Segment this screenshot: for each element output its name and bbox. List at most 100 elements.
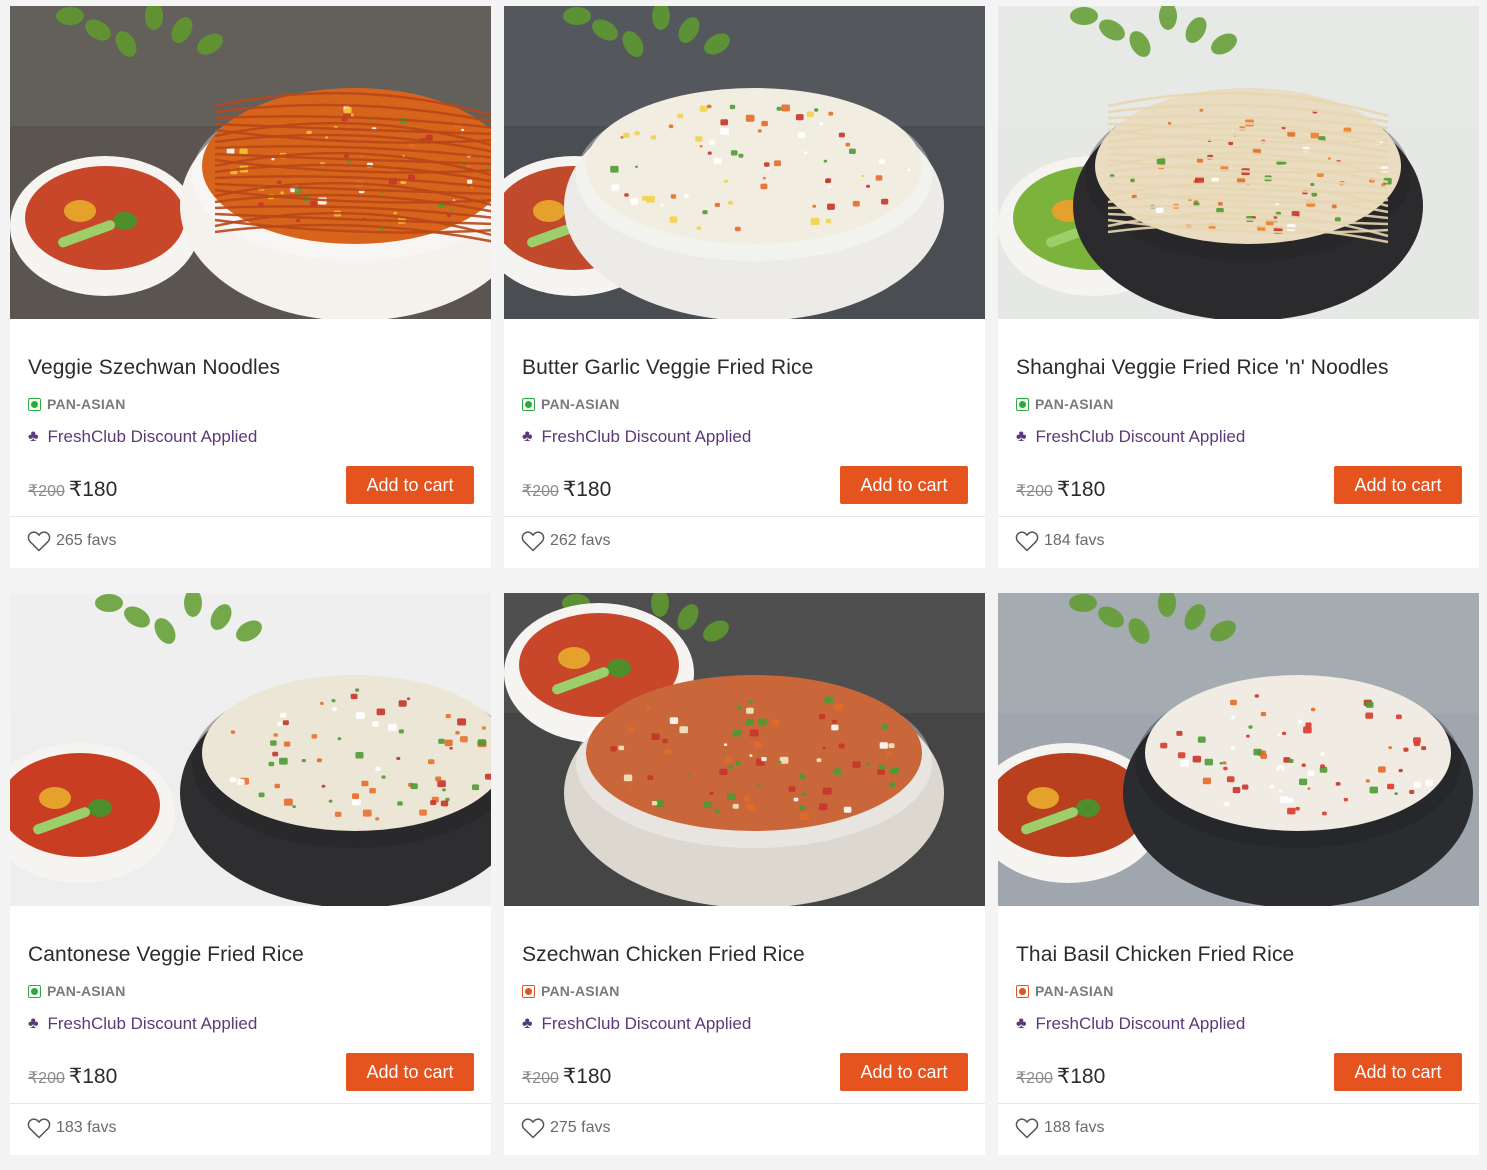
add-to-cart-button[interactable]: Add to cart: [1334, 1053, 1462, 1091]
product-info: Shanghai Veggie Fried Rice 'n' Noodles P…: [998, 319, 1479, 568]
heart-icon[interactable]: [1015, 530, 1039, 552]
product-title[interactable]: Veggie Szechwan Noodles: [28, 356, 280, 380]
discounted-price: ₹180: [562, 478, 612, 501]
cuisine-label: PAN-ASIAN: [541, 396, 620, 412]
diet-indicator-icon: [522, 397, 535, 411]
add-to-cart-button[interactable]: Add to cart: [346, 1053, 474, 1091]
veggie-szechwan-noodles-photo[interactable]: [10, 6, 491, 319]
discounted-price: ₹180: [68, 478, 118, 501]
favs-button[interactable]: 265 favs: [27, 530, 116, 552]
freshclub-discount-label: FreshClub Discount Applied: [1035, 1014, 1246, 1033]
club-icon: ♣: [522, 428, 533, 445]
shanghai-rice-noodles-photo[interactable]: [998, 6, 1479, 319]
freshclub-discount-label: FreshClub Discount Applied: [47, 1014, 258, 1033]
product-info: Butter Garlic Veggie Fried Rice PAN-ASIA…: [504, 319, 985, 568]
freshclub-discount-label: FreshClub Discount Applied: [541, 427, 752, 446]
product-card[interactable]: Szechwan Chicken Fried Rice PAN-ASIAN ♣ …: [504, 593, 985, 1155]
cuisine-tag: PAN-ASIAN: [28, 396, 126, 412]
original-price: ₹200: [1016, 1070, 1053, 1087]
add-to-cart-button[interactable]: Add to cart: [840, 1053, 968, 1091]
freshclub-discount: ♣ FreshClub Discount Applied: [522, 427, 751, 447]
cuisine-label: PAN-ASIAN: [1035, 983, 1114, 999]
favs-count: 183 favs: [56, 1119, 117, 1136]
divider: [504, 1103, 985, 1104]
original-price: ₹200: [522, 483, 559, 500]
diet-indicator-icon: [28, 397, 41, 411]
product-card[interactable]: Veggie Szechwan Noodles PAN-ASIAN ♣ Fres…: [10, 6, 491, 568]
divider: [998, 516, 1479, 517]
product-card[interactable]: Shanghai Veggie Fried Rice 'n' Noodles P…: [998, 6, 1479, 568]
favs-count: 275 favs: [550, 1119, 611, 1136]
freshclub-discount: ♣ FreshClub Discount Applied: [28, 427, 257, 447]
food-photo-illustration: [998, 6, 1479, 319]
favs-button[interactable]: 184 favs: [1015, 530, 1104, 552]
discounted-price: ₹180: [1056, 1065, 1106, 1088]
cuisine-label: PAN-ASIAN: [541, 983, 620, 999]
divider: [998, 1103, 1479, 1104]
club-icon: ♣: [522, 1015, 533, 1032]
product-title[interactable]: Cantonese Veggie Fried Rice: [28, 943, 304, 967]
price-block: ₹200 ₹180: [1016, 477, 1105, 502]
club-icon: ♣: [28, 428, 39, 445]
szechwan-chicken-fried-rice-photo[interactable]: [504, 593, 985, 906]
favs-button[interactable]: 183 favs: [27, 1117, 116, 1139]
original-price: ₹200: [522, 1070, 559, 1087]
favs-button[interactable]: 188 favs: [1015, 1117, 1104, 1139]
club-icon: ♣: [1016, 428, 1027, 445]
product-card[interactable]: Butter Garlic Veggie Fried Rice PAN-ASIA…: [504, 6, 985, 568]
favs-button[interactable]: 275 favs: [521, 1117, 610, 1139]
club-icon: ♣: [28, 1015, 39, 1032]
price-block: ₹200 ₹180: [1016, 1064, 1105, 1089]
product-title[interactable]: Thai Basil Chicken Fried Rice: [1016, 943, 1294, 967]
heart-icon[interactable]: [521, 530, 545, 552]
favs-button[interactable]: 262 favs: [521, 530, 610, 552]
discounted-price: ₹180: [562, 1065, 612, 1088]
product-grid: Veggie Szechwan Noodles PAN-ASIAN ♣ Fres…: [10, 6, 1479, 1155]
divider: [504, 516, 985, 517]
cuisine-tag: PAN-ASIAN: [522, 396, 620, 412]
thai-basil-fried-rice-photo[interactable]: [998, 593, 1479, 906]
cuisine-tag: PAN-ASIAN: [522, 983, 620, 999]
cantonese-fried-rice-photo[interactable]: [10, 593, 491, 906]
cuisine-tag: PAN-ASIAN: [1016, 983, 1114, 999]
add-to-cart-button[interactable]: Add to cart: [1334, 466, 1462, 504]
freshclub-discount-label: FreshClub Discount Applied: [541, 1014, 752, 1033]
price-block: ₹200 ₹180: [522, 477, 611, 502]
butter-garlic-fried-rice-photo[interactable]: [504, 6, 985, 319]
cuisine-label: PAN-ASIAN: [1035, 396, 1114, 412]
price-block: ₹200 ₹180: [28, 1064, 117, 1089]
product-card[interactable]: Cantonese Veggie Fried Rice PAN-ASIAN ♣ …: [10, 593, 491, 1155]
heart-icon[interactable]: [27, 530, 51, 552]
original-price: ₹200: [28, 483, 65, 500]
cuisine-label: PAN-ASIAN: [47, 396, 126, 412]
price-block: ₹200 ₹180: [522, 1064, 611, 1089]
divider: [10, 1103, 491, 1104]
heart-icon[interactable]: [521, 1117, 545, 1139]
original-price: ₹200: [1016, 483, 1053, 500]
food-photo-illustration: [10, 6, 491, 319]
food-photo-illustration: [504, 593, 985, 906]
product-info: Thai Basil Chicken Fried Rice PAN-ASIAN …: [998, 906, 1479, 1155]
divider: [10, 516, 491, 517]
freshclub-discount: ♣ FreshClub Discount Applied: [1016, 427, 1245, 447]
freshclub-discount-label: FreshClub Discount Applied: [47, 427, 258, 446]
freshclub-discount: ♣ FreshClub Discount Applied: [28, 1014, 257, 1034]
freshclub-discount: ♣ FreshClub Discount Applied: [1016, 1014, 1245, 1034]
cuisine-label: PAN-ASIAN: [47, 983, 126, 999]
diet-indicator-icon: [1016, 397, 1029, 411]
favs-count: 265 favs: [56, 532, 117, 549]
product-title[interactable]: Butter Garlic Veggie Fried Rice: [522, 356, 813, 380]
add-to-cart-button[interactable]: Add to cart: [346, 466, 474, 504]
product-title[interactable]: Szechwan Chicken Fried Rice: [522, 943, 805, 967]
food-photo-illustration: [10, 593, 491, 906]
product-title[interactable]: Shanghai Veggie Fried Rice 'n' Noodles: [1016, 356, 1389, 380]
product-card[interactable]: Thai Basil Chicken Fried Rice PAN-ASIAN …: [998, 593, 1479, 1155]
add-to-cart-button[interactable]: Add to cart: [840, 466, 968, 504]
heart-icon[interactable]: [27, 1117, 51, 1139]
freshclub-discount-label: FreshClub Discount Applied: [1035, 427, 1246, 446]
food-photo-illustration: [504, 6, 985, 319]
product-info: Szechwan Chicken Fried Rice PAN-ASIAN ♣ …: [504, 906, 985, 1155]
diet-indicator-icon: [522, 984, 535, 998]
original-price: ₹200: [28, 1070, 65, 1087]
heart-icon[interactable]: [1015, 1117, 1039, 1139]
